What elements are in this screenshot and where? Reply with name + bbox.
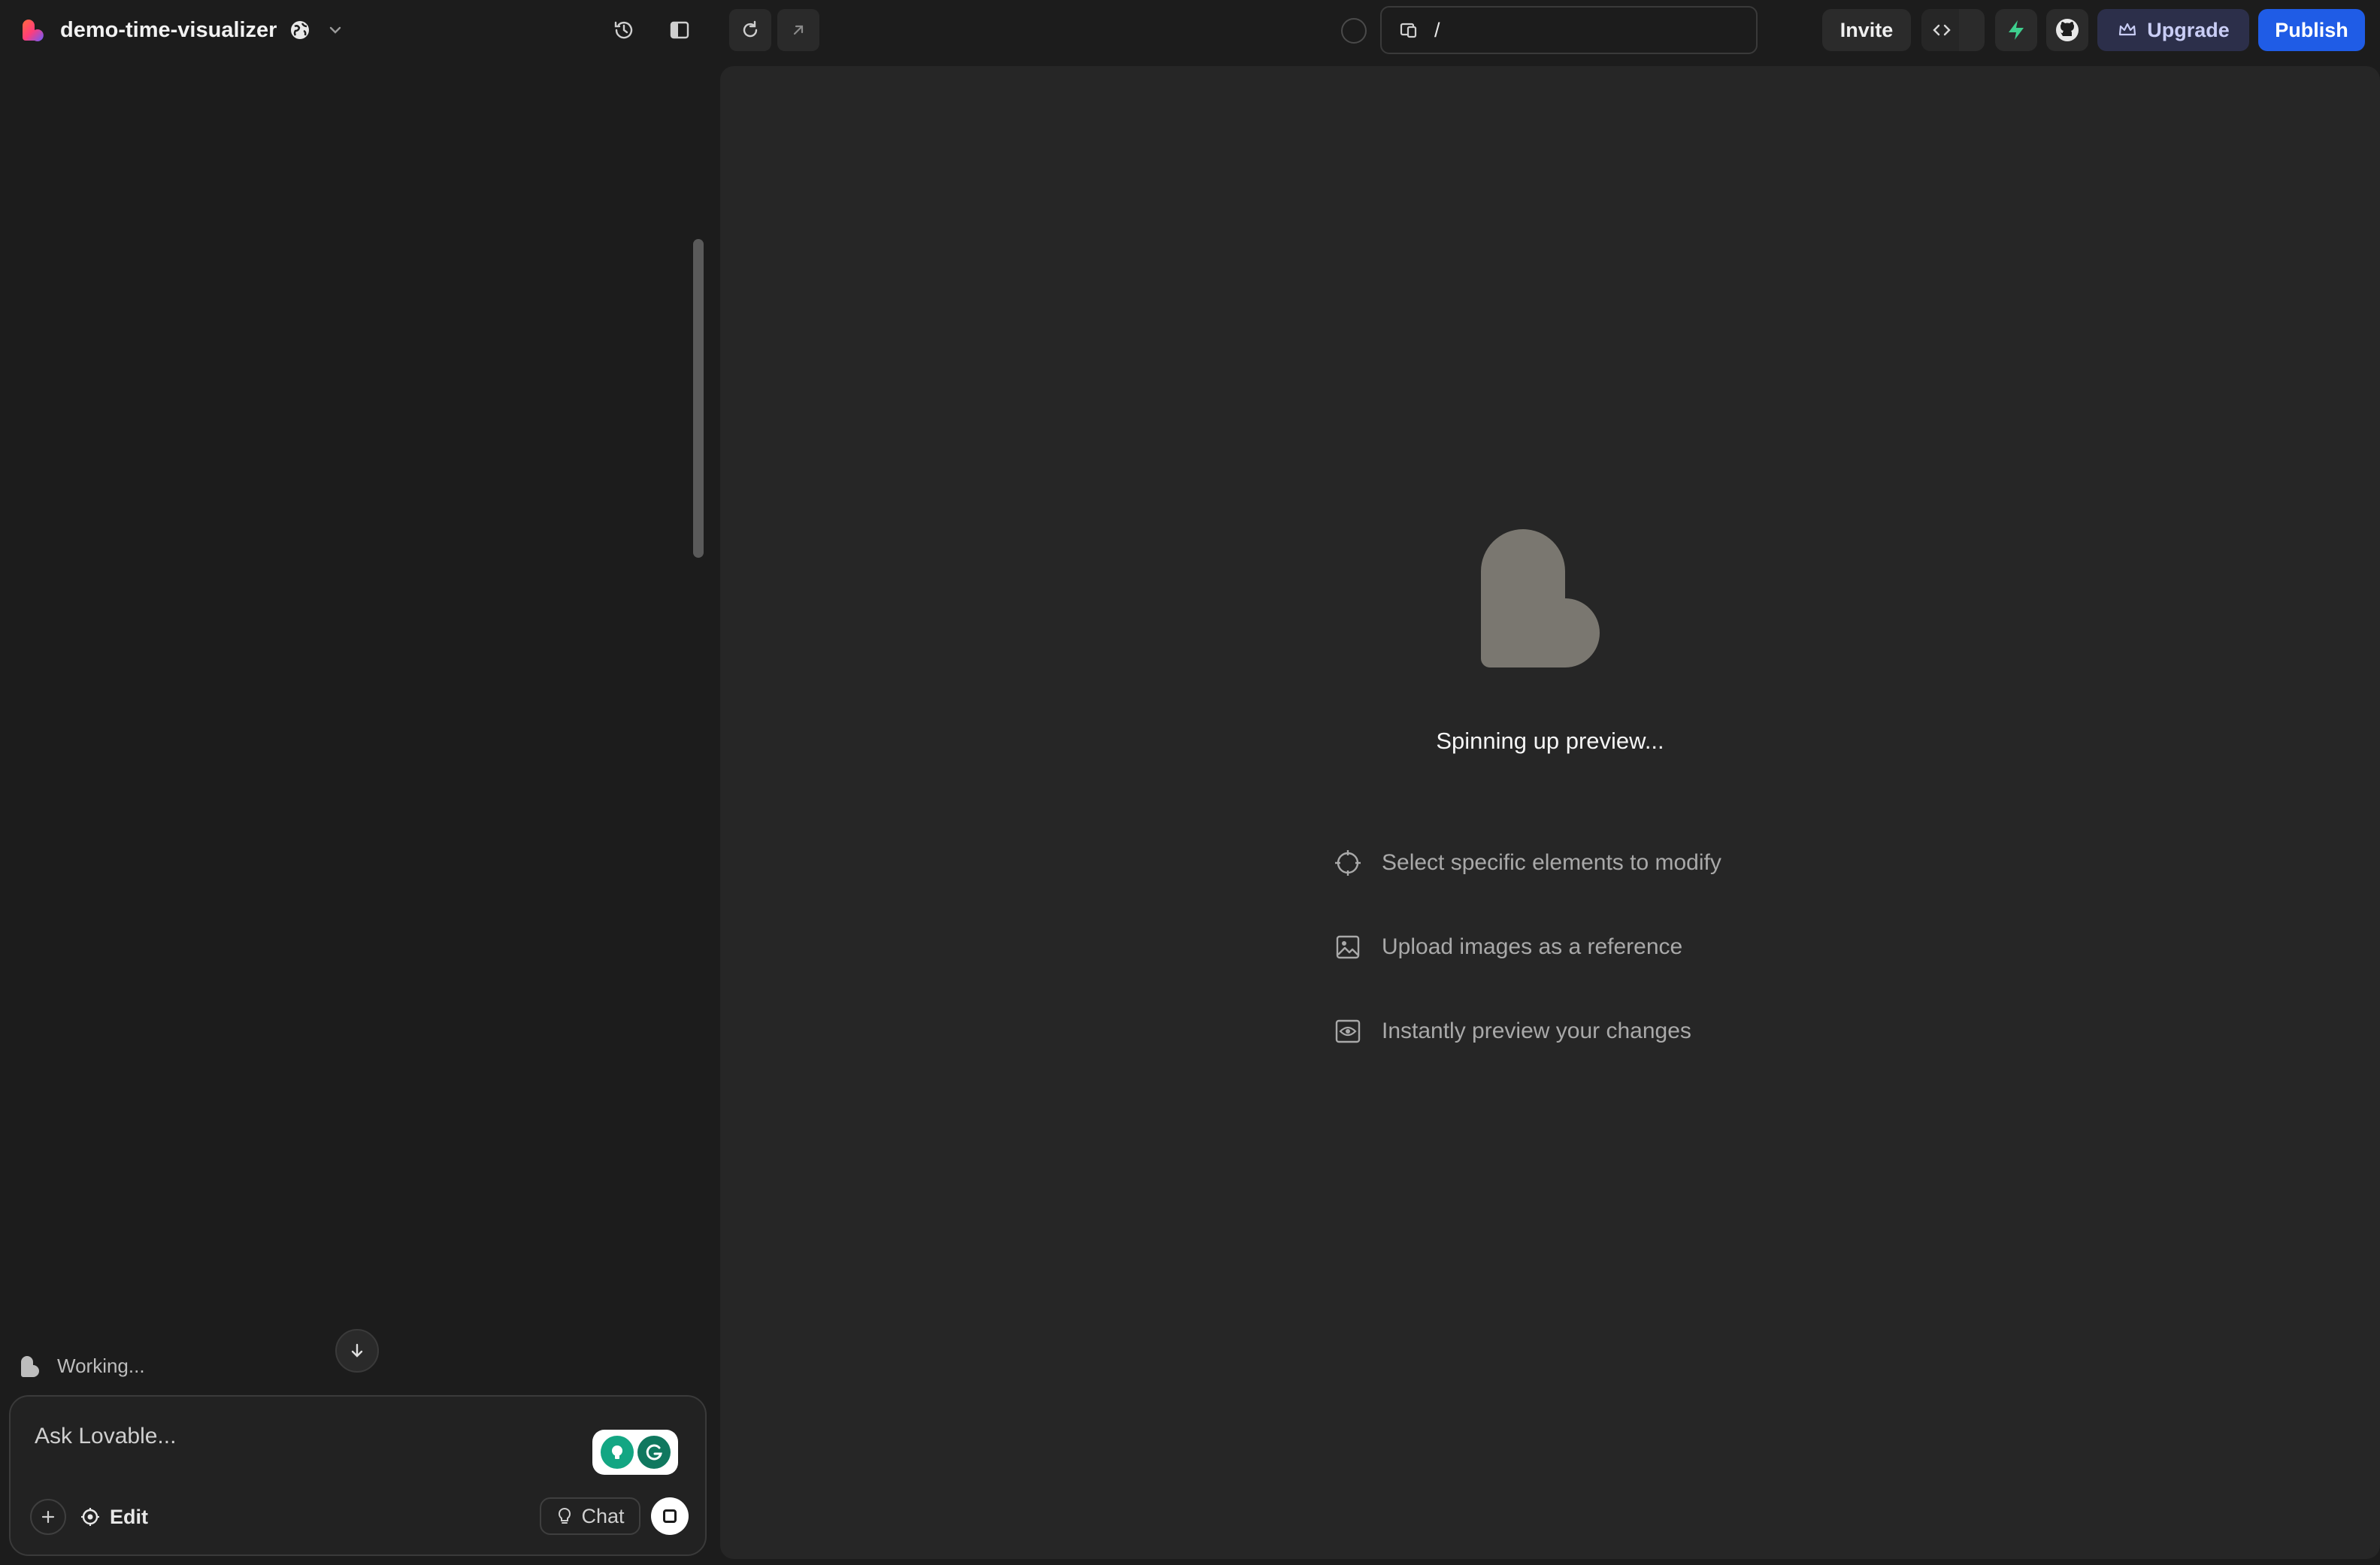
target-icon	[81, 1508, 99, 1526]
code-icon	[1933, 24, 1951, 36]
url-path[interactable]: /	[1434, 19, 1440, 42]
history-button[interactable]	[607, 15, 640, 45]
scroll-to-bottom-button[interactable]	[335, 1329, 379, 1373]
tip-text: Upload images as a reference	[1382, 934, 1683, 959]
history-icon	[614, 21, 633, 39]
lovable-logo-icon	[23, 20, 44, 41]
app-window: demo-time-visualizer / Invite Upgrade Pu…	[0, 0, 2380, 1565]
edit-label: Edit	[110, 1505, 148, 1528]
device-icon	[1400, 23, 1417, 38]
upgrade-label: Upgrade	[2147, 18, 2230, 41]
project-menu[interactable]: demo-time-visualizer	[20, 14, 344, 47]
eye-icon	[1335, 1019, 1361, 1043]
open-in-new-tab-button[interactable]	[777, 9, 819, 51]
globe-icon	[291, 21, 310, 39]
stop-generation-button[interactable]	[651, 1497, 689, 1535]
chevron-down-icon	[330, 26, 341, 34]
preview-loading-text: Spinning up preview...	[1436, 728, 1664, 754]
grammarly-icon[interactable]	[637, 1436, 671, 1469]
working-status-text: Working...	[57, 1354, 145, 1377]
url-bar[interactable]: /	[1380, 6, 1758, 54]
sidebar-icon	[670, 21, 689, 39]
lovable-heart-icon	[21, 1356, 39, 1377]
toggle-sidebar-button[interactable]	[663, 15, 696, 45]
preview-panel: Spinning up preview... Select specific e…	[720, 66, 2380, 1559]
tip-text: Select specific elements to modify	[1382, 850, 1721, 875]
supabase-button[interactable]	[1995, 9, 2037, 51]
lightbulb-icon	[611, 1445, 622, 1459]
add-attachment-button[interactable]	[30, 1499, 66, 1535]
image-icon	[1336, 935, 1360, 959]
arrow-down-icon	[351, 1343, 363, 1358]
crosshair-icon	[1335, 850, 1361, 876]
refresh-icon	[743, 20, 758, 38]
edit-mode-button[interactable]: Edit	[80, 1499, 148, 1535]
tip-text: Instantly preview your changes	[1382, 1019, 1691, 1043]
arrow-up-right-icon	[793, 25, 804, 35]
upgrade-button[interactable]: Upgrade	[2097, 9, 2249, 51]
stop-icon	[663, 1509, 677, 1523]
project-name[interactable]: demo-time-visualizer	[60, 18, 277, 43]
lovable-heart-logo-icon	[1481, 529, 1600, 667]
grammarly-g-icon	[646, 1444, 662, 1461]
tip-upload-images: Upload images as a reference	[1334, 925, 1721, 970]
preview-status-indicator	[1341, 18, 1367, 44]
supabase-icon	[2009, 20, 2024, 40]
chat-input[interactable]: Ask Lovable...	[35, 1424, 176, 1449]
chat-mode-button[interactable]: Chat	[540, 1497, 640, 1535]
chat-composer[interactable]: Ask Lovable... Edit Chat	[9, 1395, 707, 1556]
crown-icon	[2119, 23, 2136, 36]
tip-instant-preview: Instantly preview your changes	[1334, 1009, 1721, 1054]
grammarly-assistant-icon[interactable]	[600, 1436, 634, 1469]
tip-select-elements: Select specific elements to modify	[1334, 840, 1721, 885]
grammarly-widget[interactable]	[592, 1430, 678, 1475]
publish-button[interactable]: Publish	[2258, 9, 2365, 51]
chat-scrollbar[interactable]	[693, 239, 704, 558]
chat-label: Chat	[581, 1504, 625, 1527]
invite-button[interactable]: Invite	[1822, 9, 1911, 51]
top-bar: demo-time-visualizer / Invite Upgrade Pu…	[0, 0, 2380, 60]
github-icon	[2056, 19, 2079, 41]
working-status: Working...	[18, 1352, 145, 1380]
lightbulb-icon	[559, 1507, 571, 1524]
feature-tips: Select specific elements to modify Uploa…	[1334, 840, 1721, 1093]
refresh-preview-button[interactable]	[729, 9, 771, 51]
code-view-button[interactable]	[1921, 9, 1985, 51]
github-button[interactable]	[2046, 9, 2088, 51]
plus-icon	[41, 1510, 55, 1524]
